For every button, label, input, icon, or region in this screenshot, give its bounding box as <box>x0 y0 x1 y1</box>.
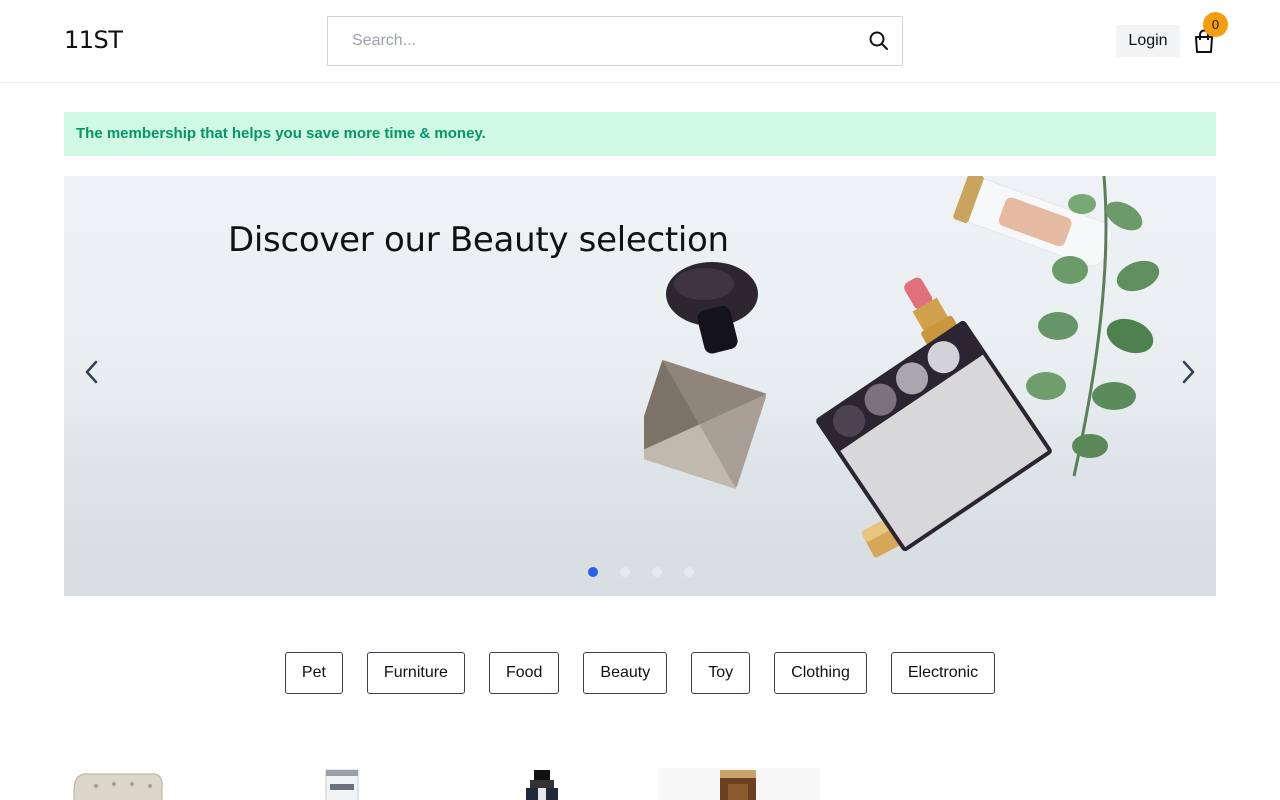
category-furniture-button[interactable]: Furniture <box>366 652 465 694</box>
login-button[interactable]: Login <box>1116 25 1180 57</box>
cart-count-badge: 0 <box>1203 12 1228 37</box>
category-list: Pet Furniture Food Beauty Toy Clothing E… <box>0 652 1280 694</box>
membership-banner[interactable]: The membership that helps you save more … <box>64 112 1216 156</box>
membership-banner-text: The membership that helps you save more … <box>76 125 486 142</box>
category-food-button[interactable]: Food <box>488 652 560 694</box>
product-grid <box>0 760 1280 800</box>
product-image-chair[interactable] <box>70 760 170 800</box>
beauty-products-image <box>644 176 1160 558</box>
site-logo[interactable]: 11ST <box>64 26 123 54</box>
chevron-right-icon[interactable] <box>1175 358 1201 386</box>
hero-title: Discover our Beauty selection <box>228 220 729 260</box>
carousel-dot[interactable] <box>652 567 662 577</box>
hero-carousel: Discover our Beauty selection <box>64 176 1216 596</box>
search-input[interactable] <box>328 17 858 65</box>
carousel-dot[interactable] <box>620 567 630 577</box>
carousel-dots <box>588 567 694 577</box>
carousel-dot[interactable] <box>684 567 694 577</box>
category-electronic-button[interactable]: Electronic <box>890 652 996 694</box>
category-pet-button[interactable]: Pet <box>284 652 343 694</box>
product-image-tube[interactable] <box>322 760 362 800</box>
category-clothing-button[interactable]: Clothing <box>774 652 867 694</box>
chevron-left-icon[interactable] <box>79 358 105 386</box>
product-image-spray[interactable] <box>520 760 564 800</box>
category-toy-button[interactable]: Toy <box>691 652 751 694</box>
site-header: 11ST Login 0 <box>0 0 1280 83</box>
category-beauty-button[interactable]: Beauty <box>583 652 668 694</box>
search-bar <box>327 16 903 66</box>
product-image-serum[interactable] <box>658 760 820 800</box>
search-icon[interactable] <box>868 30 890 52</box>
carousel-dot[interactable] <box>588 567 598 577</box>
